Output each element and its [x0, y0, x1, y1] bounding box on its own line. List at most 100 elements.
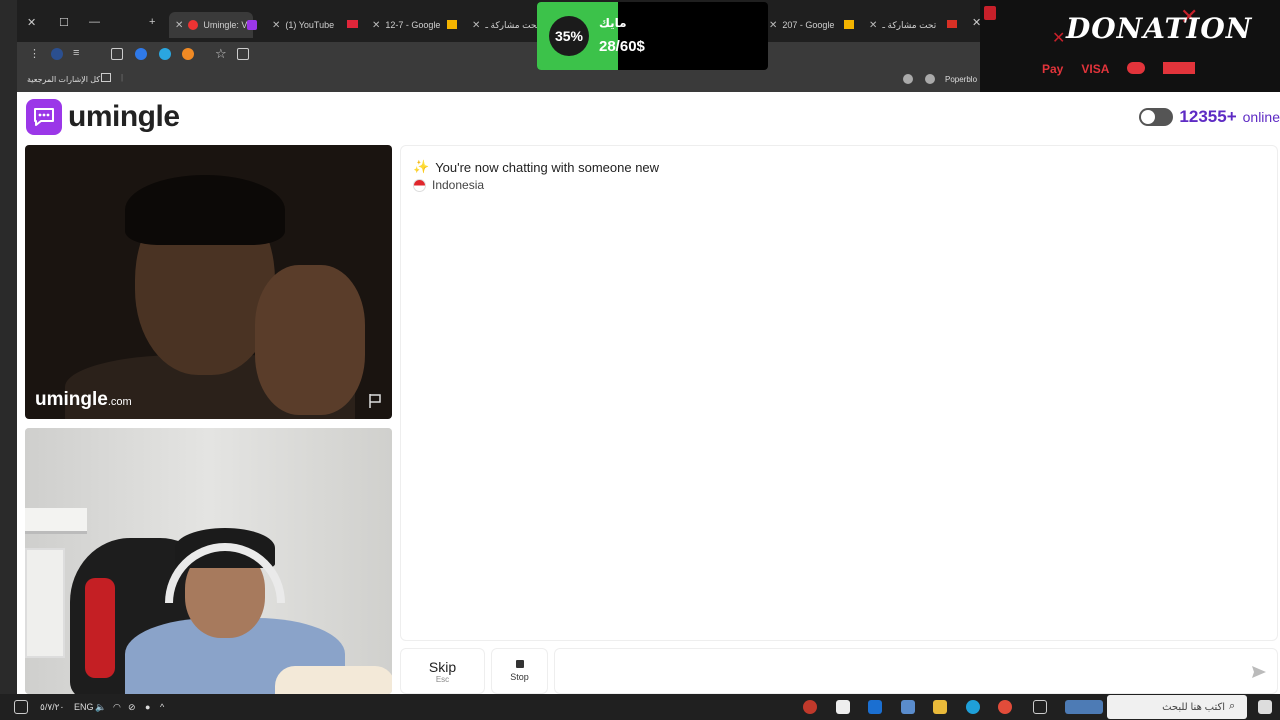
bookmark-item[interactable]: Poperblo	[945, 75, 977, 84]
video-figure	[255, 265, 365, 415]
close-tab-icon[interactable]: ✕	[372, 20, 380, 31]
shield-extension-icon[interactable]	[135, 48, 147, 60]
all-bookmarks-link[interactable]: كل الإشارات المرجعية	[27, 75, 100, 84]
mastercard-icon	[1127, 62, 1146, 74]
stop-button[interactable]: Stop	[491, 648, 548, 694]
tab-label: تحت مشاركة ـ	[485, 19, 540, 30]
skip-label: Skip	[428, 658, 457, 675]
watermark-main: umingle	[35, 389, 108, 410]
folder-icon	[101, 73, 111, 82]
network-icon[interactable]: ⊘	[128, 702, 136, 713]
system-message-text: You're now chatting with someone new	[435, 159, 660, 175]
send-icon[interactable]	[1251, 665, 1267, 679]
taskbar-search[interactable]: اكتب هنا للبحث	[1107, 695, 1247, 719]
tab-label: Umingle: V	[203, 20, 248, 30]
close-tab-icon[interactable]: ✕	[175, 20, 183, 31]
profile-icon[interactable]	[51, 48, 63, 60]
indonesia-flag-icon	[413, 178, 426, 192]
tab-label: (1) YouTube	[285, 20, 335, 30]
new-tab-icon[interactable]: +	[149, 16, 155, 28]
stop-label: Stop	[510, 672, 529, 682]
menu-dots-icon[interactable]: ⋮	[29, 47, 40, 60]
tab-search-icon[interactable]: ≡	[73, 47, 79, 59]
tab-youtube[interactable]: ✕ (1) YouTube	[272, 12, 334, 38]
online-count: 12355+	[1179, 107, 1237, 126]
minimize-window-icon[interactable]: —	[89, 16, 100, 28]
video-figure	[125, 175, 285, 245]
tab-google-2[interactable]: ✕ 207 - Google	[769, 12, 834, 38]
donation-banner: ✕ ✕ DONATION Pay VISA	[980, 0, 1280, 92]
browser-tabbar: ✕ ☐ — + ✕ Umingle: V ✕ (1) YouTube ✕ 12-…	[17, 0, 981, 42]
theme-toggle[interactable]	[1139, 108, 1174, 126]
globe-icon	[925, 74, 935, 84]
tab-label: تحت مشاركة ـ	[882, 19, 937, 30]
chat-controls: Skip Esc Stop	[400, 648, 1280, 694]
goal-label: مايك	[599, 16, 627, 30]
chat-bubble-icon	[26, 99, 62, 135]
record-icon	[984, 6, 996, 20]
payment-methods: Pay VISA	[1042, 62, 1196, 76]
chevron-up-icon[interactable]: ^	[160, 702, 164, 712]
translate-icon[interactable]	[237, 48, 249, 60]
maximize-window-icon[interactable]: ☐	[59, 16, 69, 29]
globe-icon	[903, 74, 913, 84]
extension-icon[interactable]	[182, 48, 194, 60]
close-tab-icon[interactable]: ✕	[769, 20, 777, 31]
close-tab-icon[interactable]: ✕	[472, 20, 480, 31]
tab-label: 12-7 - Google	[385, 20, 441, 30]
goal-percent: 35%	[549, 16, 589, 56]
volume-icon[interactable]: 🔈	[95, 702, 106, 713]
notifications-icon[interactable]	[14, 700, 28, 714]
message-input[interactable]	[554, 648, 1278, 694]
tab-google-1[interactable]: ✕ 12-7 - Google	[372, 12, 440, 38]
site-logo[interactable]: umingle	[26, 99, 180, 135]
search-highlight-icon	[1065, 700, 1103, 714]
skip-button[interactable]: Skip Esc	[400, 648, 485, 694]
online-label: online	[1242, 109, 1280, 125]
video-figure	[25, 548, 65, 658]
cross-decoration-icon: ✕	[1052, 30, 1066, 47]
chrome-icon[interactable]	[998, 700, 1012, 714]
close-tab-icon[interactable]: ✕	[272, 20, 280, 31]
report-flag-icon[interactable]	[368, 393, 382, 409]
task-view-icon[interactable]	[1033, 700, 1047, 714]
tab-share-1[interactable]: ✕ تحت مشاركة ـ	[472, 12, 539, 38]
donation-goal-overlay: 35% مايك 28/60$	[537, 2, 768, 70]
close-window-icon[interactable]: ✕	[27, 16, 36, 29]
chat-panel: ✨ You're now chatting with someone new I…	[400, 145, 1278, 641]
video-figure	[275, 666, 392, 694]
search-placeholder: اكتب هنا للبحث	[1162, 701, 1225, 713]
gmail-favicon	[947, 20, 957, 28]
skip-shortcut: Esc	[435, 674, 450, 684]
extensions-icon[interactable]	[111, 48, 123, 60]
start-icon[interactable]	[1258, 700, 1272, 714]
outlook-icon[interactable]	[868, 700, 882, 714]
tab-umingle[interactable]: ✕ Umingle: V	[169, 12, 254, 38]
umingle-favicon	[188, 20, 199, 30]
drive-favicon	[844, 20, 854, 29]
online-indicator: 12355+ online	[1139, 107, 1280, 127]
close-tab-icon[interactable]: ✕	[869, 20, 877, 31]
self-video	[25, 428, 392, 694]
wifi-icon[interactable]: ◠	[113, 702, 121, 713]
store-icon[interactable]	[901, 700, 915, 714]
file-explorer-icon[interactable]	[933, 700, 947, 714]
youtube-favicon	[347, 20, 358, 28]
visa-label: VISA	[1081, 62, 1110, 76]
separator: |	[121, 73, 124, 82]
taskbar-date[interactable]: ٥/٧/٢٠	[40, 702, 64, 713]
mic-icon[interactable]: ●	[145, 702, 150, 712]
edge-icon[interactable]	[966, 700, 980, 714]
star-icon[interactable]: ☆	[215, 46, 227, 62]
country-name: Indonesia	[432, 178, 485, 192]
video-figure	[85, 578, 115, 678]
left-frame	[0, 0, 17, 694]
language-indicator[interactable]: ENG	[74, 702, 94, 712]
file-app-icon[interactable]	[836, 700, 850, 714]
video-watermark: umingle.com	[35, 389, 132, 411]
bank-card-icon	[1163, 62, 1196, 74]
watermark-suffix: .com	[107, 396, 132, 408]
extension-icon[interactable]	[159, 48, 171, 60]
tab-share-2[interactable]: ✕ تحت مشاركة ـ	[869, 12, 936, 38]
app-icon[interactable]	[803, 700, 817, 714]
